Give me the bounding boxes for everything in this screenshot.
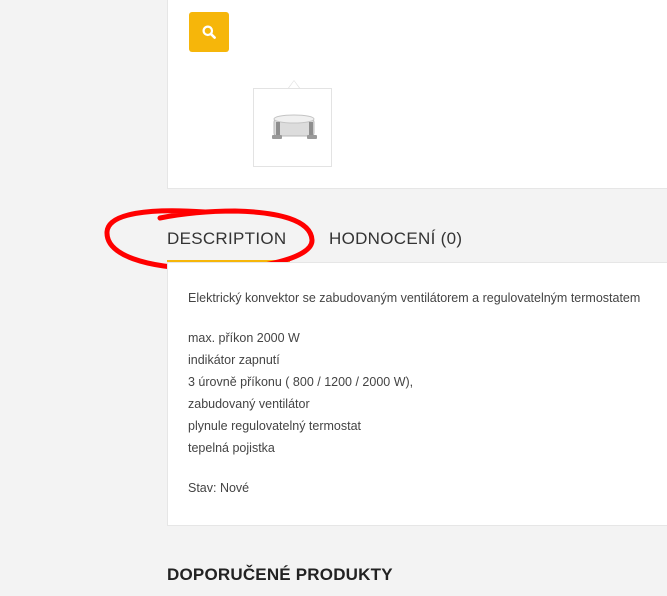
description-intro: Elektrický konvektor se zabudovaným vent… — [188, 291, 641, 305]
convector-heater-thumbnail — [272, 114, 317, 139]
tab-reviews[interactable]: HODNOCENÍ (0) — [329, 220, 462, 262]
product-gallery-panel — [167, 0, 667, 189]
tab-description[interactable]: DESCRIPTION — [167, 220, 290, 262]
feature-item: max. příkon 2000 W — [188, 331, 300, 345]
zoom-button[interactable] — [189, 12, 229, 52]
thumbnail-pointer — [288, 80, 300, 88]
feature-item: zabudovaný ventilátor — [188, 397, 310, 411]
product-thumbnail[interactable] — [253, 88, 332, 167]
product-tabs: DESCRIPTION HODNOCENÍ (0) — [167, 220, 667, 262]
feature-item: plynule regulovatelný termostat — [188, 419, 362, 433]
feature-list: max. příkon 2000 W indikátor zapnutí 3 ú… — [188, 331, 413, 463]
product-condition: Stav: Nové — [188, 481, 250, 495]
related-products-title: DOPORUČENÉ PRODUKTY — [167, 565, 393, 584]
feature-item: tepelná pojistka — [188, 441, 275, 455]
tab-reviews-label: HODNOCENÍ (0) — [329, 229, 463, 248]
feature-item: 3 úrovně příkonu ( 800 / 1200 / 2000 W), — [188, 375, 414, 389]
feature-item: indikátor zapnutí — [188, 353, 280, 367]
tab-description-label: DESCRIPTION — [167, 229, 287, 248]
description-panel: Elektrický konvektor se zabudovaným vent… — [167, 262, 667, 526]
search-icon — [202, 25, 216, 39]
